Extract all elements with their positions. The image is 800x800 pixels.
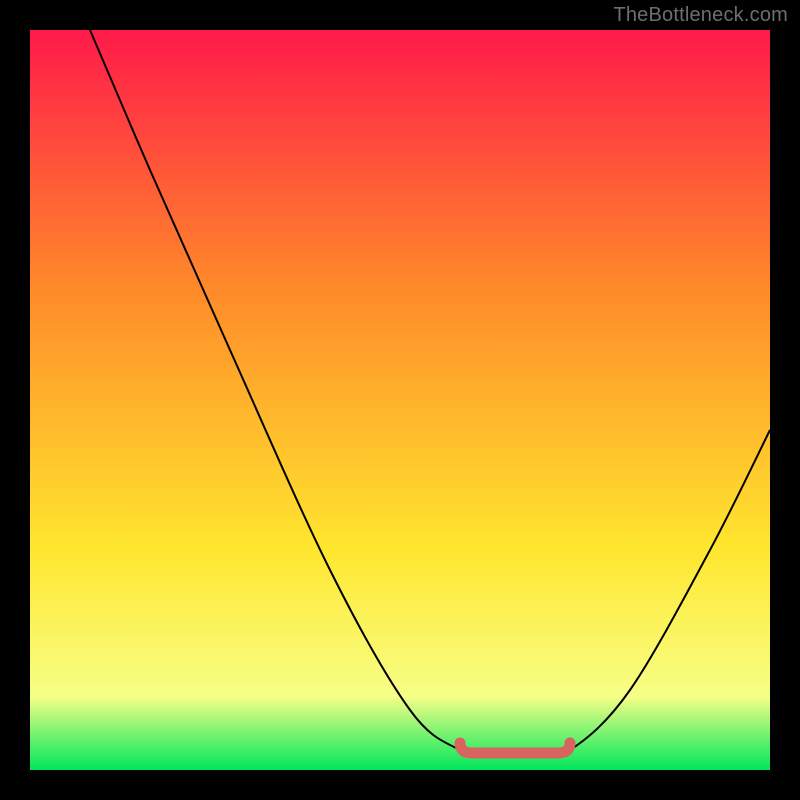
- bottleneck-curve-svg: [30, 30, 770, 770]
- watermark-text: TheBottleneck.com: [613, 4, 788, 27]
- chart-area: [30, 30, 770, 770]
- flat-region-marker: [460, 743, 570, 753]
- bottleneck-curve-path: [90, 30, 770, 756]
